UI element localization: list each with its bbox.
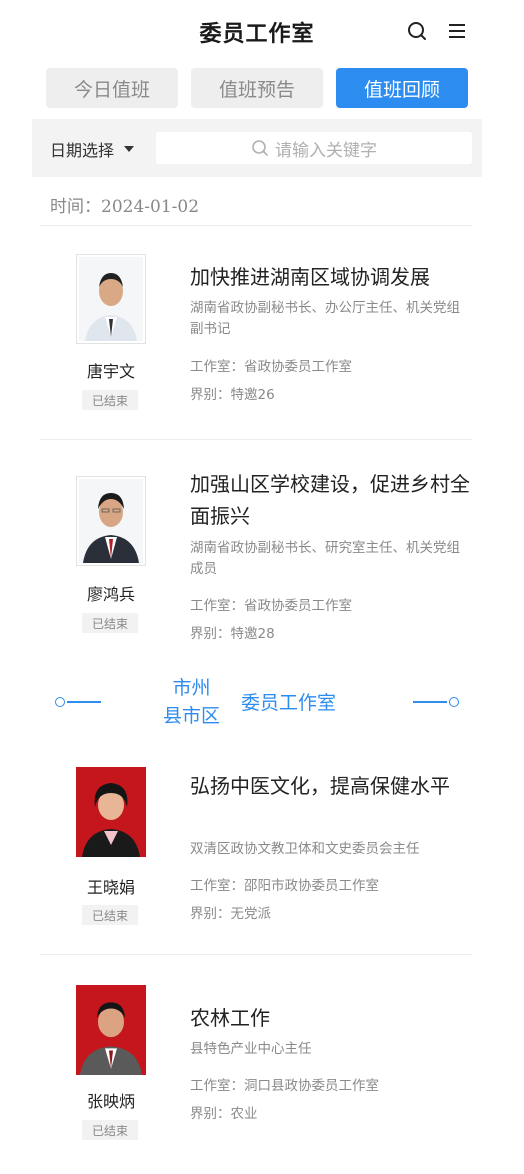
duty-tabs: 今日值班 值班预告 值班回顾 bbox=[46, 68, 468, 108]
member-studio: 工作室：省政协委员工作室 bbox=[190, 359, 352, 375]
app-header: 委员工作室 bbox=[0, 0, 524, 62]
separator-line bbox=[413, 701, 447, 703]
member-name: 廖鸿兵 bbox=[86, 585, 135, 604]
status-badge: 已结束 bbox=[82, 1120, 138, 1140]
separator-line2: 县市区 bbox=[163, 705, 221, 727]
member-studio: 工作室：洞口县政协委员工作室 bbox=[190, 1078, 379, 1094]
member-sector: 界别：农业 bbox=[190, 1106, 258, 1122]
duty-topic: 农林工作 bbox=[190, 1006, 270, 1030]
tab-today-duty[interactable]: 今日值班 bbox=[46, 68, 178, 108]
tab-duty-preview[interactable]: 值班预告 bbox=[191, 68, 323, 108]
status-badge: 已结束 bbox=[82, 905, 138, 925]
search-placeholder: 请输入关键字 bbox=[275, 140, 377, 161]
member-card[interactable]: 王晓娟 已结束 弘扬中医文化，提高保健水平 双清区政协文教卫体和文史委员会主任 … bbox=[40, 750, 472, 954]
keyword-search-input[interactable]: 请输入关键字 bbox=[156, 132, 472, 164]
member-photo bbox=[76, 254, 146, 344]
member-photo bbox=[76, 476, 146, 566]
member-name: 王晓娟 bbox=[86, 878, 135, 897]
date-select-dropdown[interactable]: 日期选择 bbox=[50, 137, 135, 161]
date-line: 时间：2024-01-02 bbox=[50, 197, 200, 217]
member-position: 湖南省政协副秘书长、研究室主任、机关党组成员 bbox=[190, 540, 460, 577]
date-select-label: 日期选择 bbox=[50, 141, 115, 160]
member-studio: 工作室：省政协委员工作室 bbox=[190, 598, 352, 614]
member-position: 湖南省政协副秘书长、办公厅主任、机关党组副书记 bbox=[190, 300, 460, 337]
menu-icon[interactable] bbox=[446, 20, 468, 42]
separator-main-label: 委员工作室 bbox=[241, 692, 337, 714]
member-position: 双清区政协文教卫体和文史委员会主任 bbox=[190, 841, 420, 857]
member-position: 县特色产业中心主任 bbox=[190, 1041, 312, 1057]
separator-line1: 市州 bbox=[172, 677, 211, 699]
member-sector: 界别：无党派 bbox=[190, 906, 271, 922]
separator-line bbox=[67, 701, 101, 703]
member-card[interactable]: 张映炳 已结束 农林工作 县特色产业中心主任 工作室：洞口县政协委员工作室 界别… bbox=[40, 955, 472, 1155]
member-studio: 工作室：邵阳市政协委员工作室 bbox=[190, 878, 379, 894]
member-sector: 界别：特邀26 bbox=[190, 387, 275, 403]
search-icon[interactable] bbox=[406, 20, 428, 42]
search-icon bbox=[252, 140, 268, 156]
member-name: 唐宇文 bbox=[86, 362, 135, 381]
section-separator: 市州 县市区 委员工作室 bbox=[55, 674, 459, 734]
member-name: 张映炳 bbox=[86, 1092, 135, 1111]
member-photo bbox=[76, 767, 146, 857]
tab-duty-review[interactable]: 值班回顾 bbox=[336, 68, 468, 108]
duty-topic: 加强山区学校建设，促进乡村全面振兴 bbox=[190, 472, 470, 528]
page-title: 委员工作室 bbox=[199, 21, 315, 47]
duty-topic: 弘扬中医文化，提高保健水平 bbox=[190, 774, 450, 798]
status-badge: 已结束 bbox=[82, 390, 138, 410]
status-badge: 已结束 bbox=[82, 613, 138, 633]
member-sector: 界别：特邀28 bbox=[190, 626, 275, 642]
member-photo bbox=[76, 985, 146, 1075]
separator-circle-icon bbox=[449, 697, 459, 707]
member-card[interactable]: 廖鸿兵 已结束 加强山区学校建设，促进乡村全面振兴 湖南省政协副秘书长、研究室主… bbox=[40, 440, 472, 662]
duty-topic: 加快推进湖南区域协调发展 bbox=[190, 265, 430, 289]
member-card[interactable]: 唐宇文 已结束 加快推进湖南区域协调发展 湖南省政协副秘书长、办公厅主任、机关党… bbox=[40, 226, 472, 440]
caret-down-icon bbox=[124, 146, 135, 152]
separator-circle-icon bbox=[55, 697, 65, 707]
filter-bar: 日期选择 请输入关键字 bbox=[32, 119, 482, 177]
separator-region-label: 市州 县市区 bbox=[163, 674, 220, 730]
